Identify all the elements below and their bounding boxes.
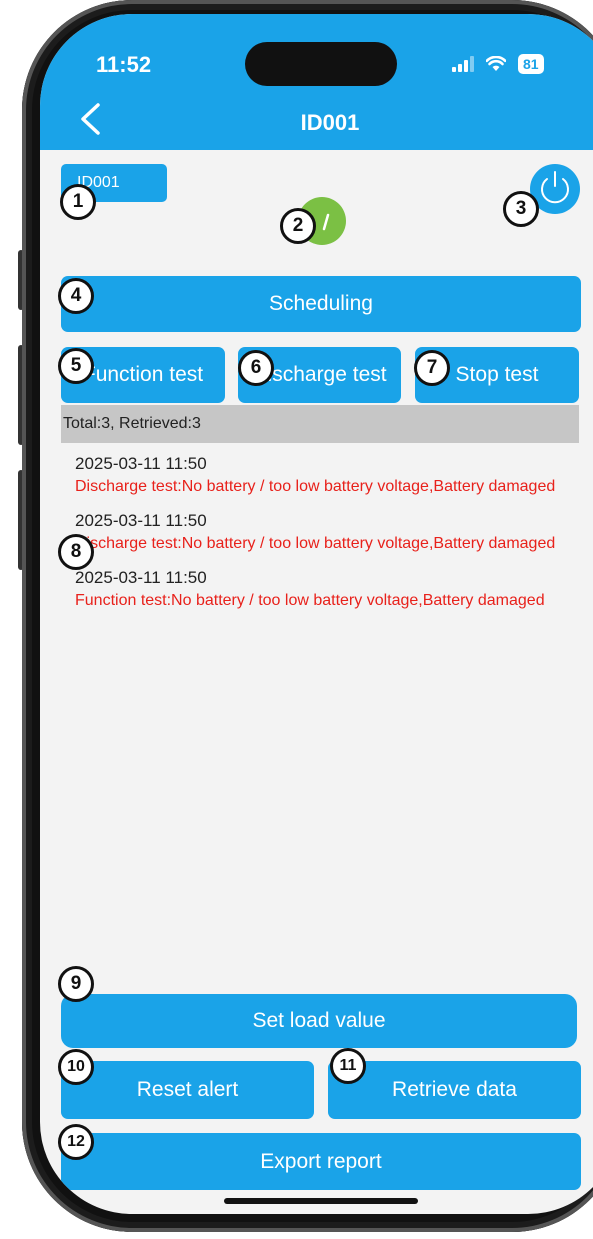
annotation-marker-6: 6: [238, 350, 274, 386]
export-report-button[interactable]: Export report: [61, 1133, 581, 1190]
battery-icon: 81: [518, 54, 544, 74]
reset-alert-button[interactable]: Reset alert: [61, 1061, 314, 1119]
log-time: 2025-03-11 11:50: [75, 568, 207, 587]
log-time: 2025-03-11 11:50: [75, 454, 207, 473]
log-message: Discharge test:No battery / too low batt…: [75, 535, 556, 552]
test-log-list[interactable]: 2025-03-11 11:50 Discharge test:No batte…: [75, 452, 570, 623]
annotation-marker-5: 5: [58, 348, 94, 384]
annotation-marker-1: 1: [60, 184, 96, 220]
list-item: 2025-03-11 11:50 Function test:No batter…: [75, 566, 570, 611]
scheduling-button[interactable]: Scheduling: [61, 276, 581, 332]
dynamic-island: [245, 42, 397, 86]
home-indicator[interactable]: [224, 1198, 418, 1204]
wifi-icon: [486, 56, 506, 71]
log-time: 2025-03-11 11:50: [75, 511, 207, 530]
annotation-marker-10: 10: [58, 1049, 94, 1085]
log-summary: Total:3, Retrieved:3: [61, 405, 579, 443]
status-indicators: 81: [452, 54, 544, 74]
status-time: 11:52: [96, 52, 152, 77]
top-bar: 11:52 81 ID001: [40, 14, 593, 150]
log-message: Function test:No battery / too low batte…: [75, 592, 545, 609]
set-load-value-button[interactable]: Set load value: [61, 994, 577, 1048]
list-item: 2025-03-11 11:50 Discharge test:No batte…: [75, 452, 570, 497]
annotation-marker-9: 9: [58, 966, 94, 1002]
retrieve-data-button[interactable]: Retrieve data: [328, 1061, 581, 1119]
annotation-marker-7: 7: [414, 350, 450, 386]
annotation-marker-12: 12: [58, 1124, 94, 1160]
signal-icon: [452, 56, 474, 72]
annotation-marker-4: 4: [58, 278, 94, 314]
annotation-marker-2: 2: [280, 208, 316, 244]
log-message: Discharge test:No battery / too low batt…: [75, 478, 556, 495]
annotation-marker-3: 3: [503, 191, 539, 227]
page-title: ID001: [300, 110, 360, 135]
list-item: 2025-03-11 11:50 Discharge test:No batte…: [75, 509, 570, 554]
annotation-marker-8: 8: [58, 534, 94, 570]
annotation-marker-11: 11: [330, 1048, 366, 1084]
